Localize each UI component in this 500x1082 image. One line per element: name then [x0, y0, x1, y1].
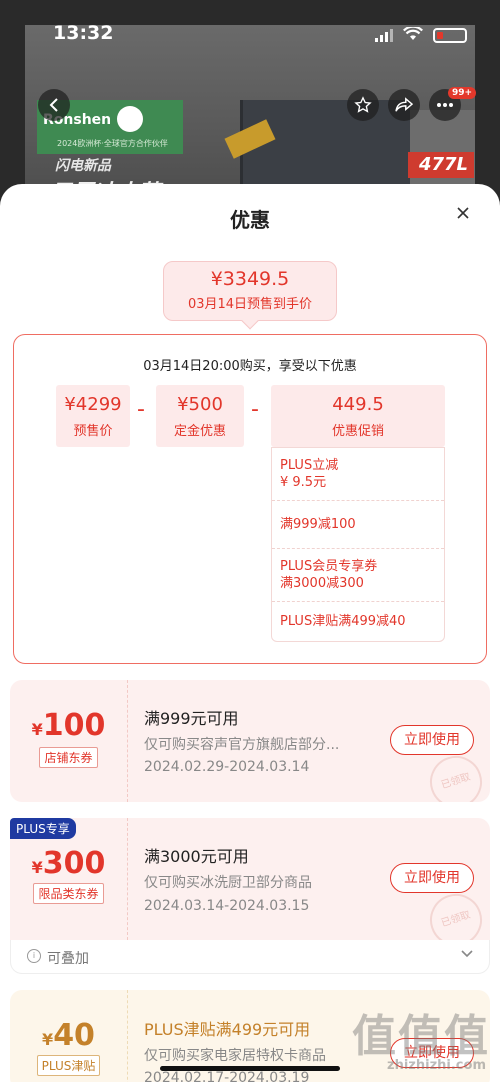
- home-indicator[interactable]: [160, 1066, 340, 1071]
- coupon-date: 2024.02.17-2024.03.19: [144, 1070, 310, 1082]
- coupon-date: 2024.02.29-2024.03.14: [144, 759, 310, 775]
- brand-subtitle: 2024欧洲杯·全球官方合作伙伴: [57, 139, 168, 148]
- coupon-desc: 仅可购买家电家居特权卡商品: [144, 1048, 326, 1064]
- capacity-label: 477L: [408, 152, 474, 178]
- notification-badge: 99+: [448, 87, 477, 99]
- coupon-amount: ¥100: [31, 708, 106, 743]
- claimed-stamp-icon: 已领取: [423, 887, 489, 940]
- breakdown-headline: 03月14日20:00购买，享受以下优惠: [143, 359, 357, 374]
- coupon-type-tag: PLUS津贴: [36, 1055, 101, 1076]
- minus-sign: -: [251, 397, 259, 422]
- coupon-card: ¥100 店铺东券 满999元可用 仅可购买容声官方旗舰店部分... 2024.…: [10, 680, 490, 802]
- use-coupon-button[interactable]: 立即使用: [390, 725, 474, 755]
- promo-detail-item: PLUS立减 ¥ 9.5元: [272, 448, 444, 501]
- coupon-title: PLUS津贴满499元可用: [144, 1020, 311, 1039]
- promo-line-1: 闪电新品: [55, 158, 111, 174]
- presale-price: ¥4299: [64, 394, 122, 415]
- promo-discount: 449.5: [332, 394, 384, 415]
- final-price-caption: 03月14日预售到手价: [187, 297, 313, 312]
- minus-sign: -: [137, 397, 145, 422]
- stackable-row[interactable]: i 可叠加: [10, 940, 490, 974]
- presale-label: 预售价: [73, 424, 113, 439]
- coupon-amount-block: ¥100 店铺东券: [10, 680, 128, 802]
- coupon-amount: ¥40: [42, 1018, 95, 1053]
- chevron-down-icon[interactable]: [461, 946, 473, 962]
- coupon-title: 满3000元可用: [144, 847, 249, 866]
- promo-discount-cell: 449.5 优惠促销: [271, 385, 445, 447]
- promo-detail-list: PLUS立减 ¥ 9.5元 满999减100 PLUS会员专享券 满3000减3…: [271, 447, 445, 642]
- stackable-label: 可叠加: [47, 951, 89, 967]
- deposit-label: 定金优惠: [173, 424, 226, 439]
- coupon-desc: 仅可购买冰洗厨卫部分商品: [144, 875, 312, 891]
- product-image-backdrop: Ronshen 2024欧洲杯·全球官方合作伙伴 闪电新品 只需冰电荒 477L…: [0, 0, 500, 215]
- coupon-amount: ¥300: [31, 846, 106, 881]
- promo-detail-item: 满999减100: [272, 501, 444, 549]
- wifi-icon: [403, 25, 423, 45]
- coupon-desc: 仅可购买容声官方旗舰店部分...: [144, 737, 340, 753]
- coupon-card: ¥300 限品类东券 满3000元可用 仅可购买冰洗厨卫部分商品 2024.03…: [10, 818, 490, 940]
- presale-price-cell: ¥4299 预售价: [56, 385, 130, 447]
- close-icon[interactable]: [452, 204, 474, 226]
- status-time: 13:32: [53, 22, 114, 44]
- coupon-title: 满999元可用: [144, 709, 239, 728]
- watermark-logo: 值值值: [352, 1011, 490, 1062]
- final-price: ¥3349.5: [210, 268, 290, 290]
- promo-detail-item: PLUS会员专享券 满3000减300: [272, 549, 444, 602]
- promo-label: 优惠促销: [331, 424, 384, 439]
- plus-exclusive-badge: PLUS专享: [10, 818, 76, 839]
- euro-logo: [117, 106, 143, 132]
- deposit-discount: ¥500: [177, 394, 223, 415]
- sheet-title: 优惠: [230, 208, 270, 232]
- signal-icon: [375, 29, 393, 42]
- coupon-type-tag: 店铺东券: [39, 747, 98, 768]
- status-icons: [375, 25, 467, 45]
- claimed-stamp-icon: 已领取: [423, 749, 489, 802]
- battery-icon: [433, 28, 467, 43]
- back-icon[interactable]: [38, 89, 70, 121]
- watermark-site: zhizhizhi.com: [387, 1058, 486, 1073]
- favorite-star-icon[interactable]: [347, 89, 379, 121]
- promo-detail-item: PLUS津贴满499减40: [280, 614, 406, 629]
- coupon-amount-block: ¥40 PLUS津贴: [10, 990, 128, 1082]
- stack-info-icon: i: [27, 949, 41, 963]
- use-coupon-button[interactable]: 立即使用: [390, 863, 474, 893]
- price-breakdown: 03月14日20:00购买，享受以下优惠 ¥4299 预售价 - ¥500 定金…: [13, 334, 487, 664]
- coupon-date: 2024.03.14-2024.03.15: [144, 898, 310, 914]
- share-icon[interactable]: [388, 89, 420, 121]
- coupon-type-tag: 限品类东券: [33, 883, 104, 904]
- deposit-discount-cell: ¥500 定金优惠: [156, 385, 244, 447]
